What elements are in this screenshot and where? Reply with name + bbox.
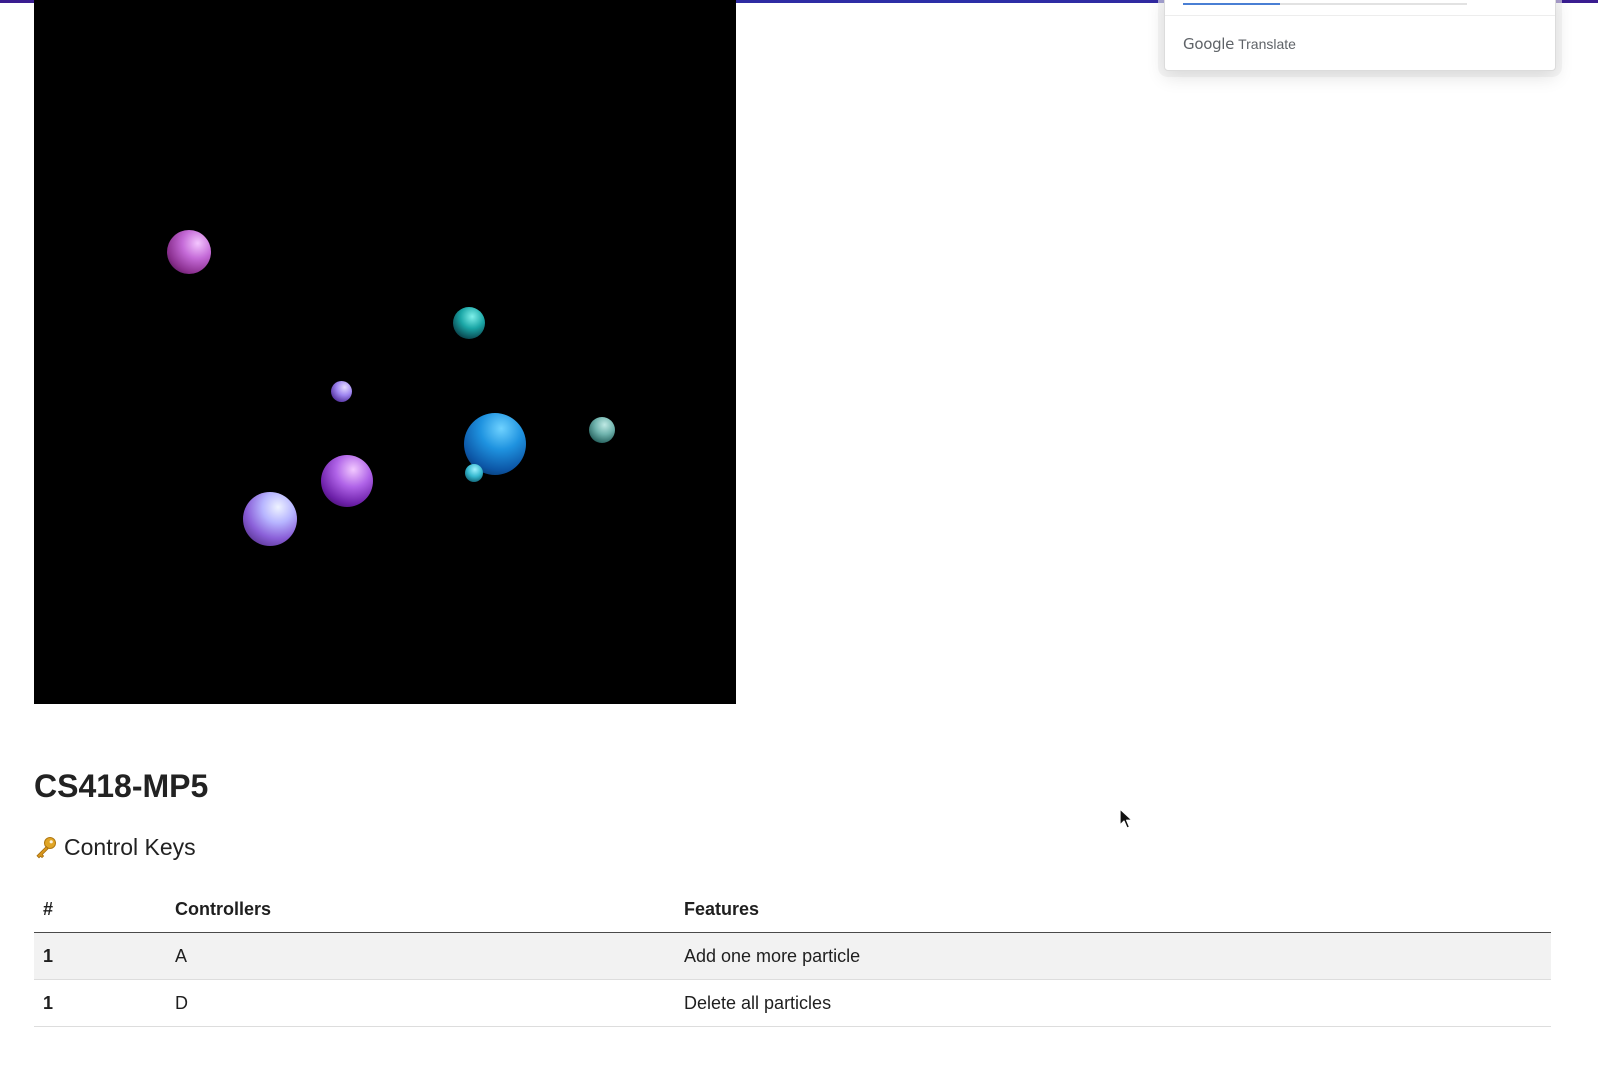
particle-sphere xyxy=(321,455,373,507)
row-feature: Add one more particle xyxy=(675,932,1551,980)
table-row: 1 A Add one more particle xyxy=(34,932,1551,980)
header-controllers: Controllers xyxy=(166,886,675,933)
translate-progress-track xyxy=(1183,3,1467,5)
translate-divider xyxy=(1165,15,1555,16)
translate-label: Translate xyxy=(1238,36,1296,52)
key-icon xyxy=(36,836,56,858)
header-features: Features xyxy=(675,886,1551,933)
row-controller: D xyxy=(166,979,675,1027)
section-heading-label: Control Keys xyxy=(64,834,196,860)
control-keys-table: # Controllers Features 1 A Add one more … xyxy=(34,886,1551,1027)
row-number: 1 xyxy=(34,932,166,980)
table-row: 1 D Delete all particles xyxy=(34,979,1551,1027)
row-controller: A xyxy=(166,932,675,980)
webgl-particle-canvas[interactable] xyxy=(34,0,736,704)
particle-sphere xyxy=(331,381,352,402)
particle-sphere xyxy=(589,417,615,443)
translate-progress-bar xyxy=(1183,3,1280,5)
table-header-row: # Controllers Features xyxy=(34,886,1551,933)
particle-sphere xyxy=(453,307,485,339)
section-heading-control-keys: Control Keys xyxy=(34,834,196,861)
mouse-cursor-icon xyxy=(1119,808,1133,829)
google-translate-popup: Google Translate xyxy=(1164,0,1556,71)
particle-sphere xyxy=(465,464,483,482)
particle-sphere xyxy=(243,492,297,546)
particle-sphere xyxy=(167,230,211,274)
page-title: CS418-MP5 xyxy=(34,768,209,804)
row-feature: Delete all particles xyxy=(675,979,1551,1027)
google-translate-brand[interactable]: Google Translate xyxy=(1183,35,1296,53)
google-logo-text: Google xyxy=(1183,35,1235,53)
row-number: 1 xyxy=(34,979,166,1027)
header-number: # xyxy=(34,886,166,933)
